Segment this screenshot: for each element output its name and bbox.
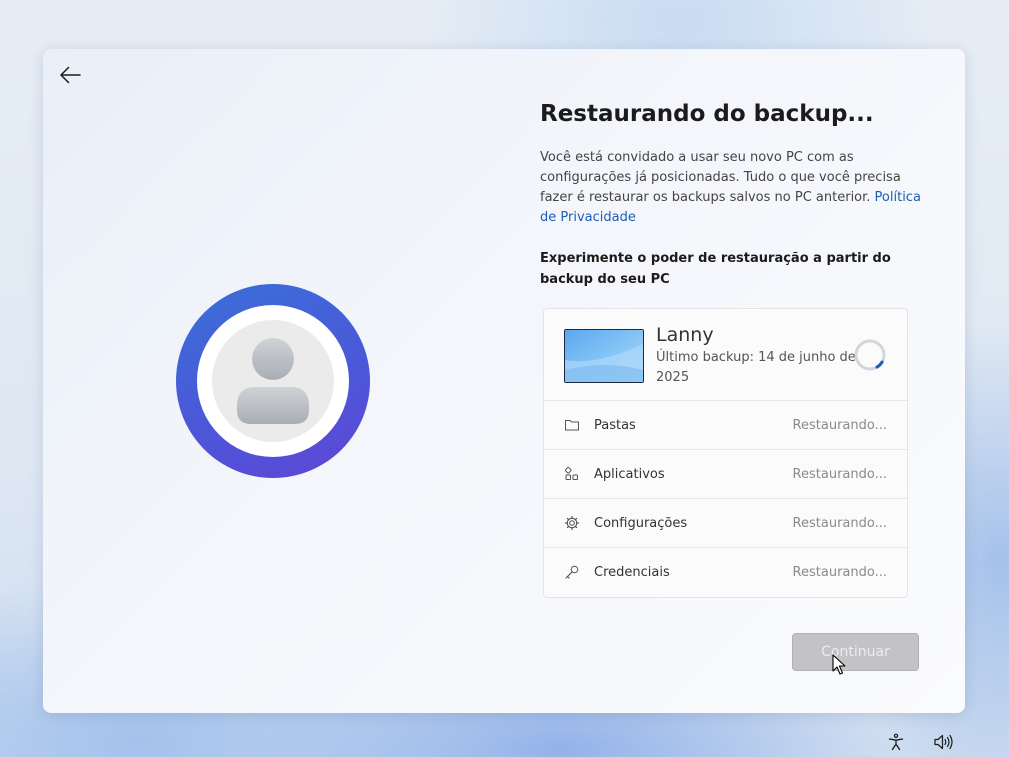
page-description: Você está convidado a usar seu novo PC c… — [540, 148, 922, 228]
pc-thumbnail — [564, 329, 644, 383]
backup-item-label: Credenciais — [594, 564, 670, 580]
mouse-cursor-icon — [832, 654, 846, 675]
apps-icon — [564, 466, 580, 482]
backup-item-aplicativos[interactable]: Aplicativos Restaurando... — [544, 450, 907, 499]
backup-item-label: Configurações — [594, 515, 688, 531]
back-button[interactable] — [55, 61, 85, 89]
wallpaper-image — [565, 330, 643, 382]
gear-icon — [564, 515, 580, 531]
key-icon — [564, 564, 580, 580]
backup-item-configuracoes[interactable]: Configurações Restaurando... — [544, 499, 907, 548]
backup-item-status: Restaurando... — [792, 417, 887, 433]
oobe-window: Restaurando do backup... Você está convi… — [43, 49, 965, 713]
volume-icon — [934, 734, 953, 750]
volume-button[interactable] — [932, 731, 954, 753]
backup-item-status: Restaurando... — [792, 466, 887, 482]
continue-button[interactable]: Continuar — [792, 633, 919, 671]
page-title: Restaurando do backup... — [540, 101, 874, 127]
user-silhouette-icon — [237, 338, 309, 424]
avatar — [176, 284, 370, 478]
backup-item-pastas[interactable]: Pastas Restaurando... — [544, 401, 907, 450]
last-backup-date: Último backup: 14 de junho de 2025 — [656, 350, 856, 385]
backup-item-status: Restaurando... — [792, 564, 887, 580]
backup-item-label: Aplicativos — [594, 466, 665, 482]
folder-icon — [564, 417, 580, 433]
loading-spinner-icon — [854, 339, 886, 371]
backup-device-header: Lanny Último backup: 14 de junho de 2025 — [544, 309, 907, 401]
section-subheading: Experimente o poder de restauração a par… — [540, 251, 891, 287]
accessibility-icon — [888, 733, 904, 751]
device-name: Lanny — [656, 324, 714, 346]
description-text: Você está convidado a usar seu novo PC c… — [540, 150, 901, 205]
backup-card: Lanny Último backup: 14 de junho de 2025… — [543, 308, 908, 598]
backup-item-credenciais[interactable]: Credenciais Restaurando... — [544, 548, 907, 596]
arrow-left-icon — [60, 66, 81, 84]
backup-item-status: Restaurando... — [792, 515, 887, 531]
backup-item-label: Pastas — [594, 417, 636, 433]
accessibility-button[interactable] — [885, 731, 907, 753]
